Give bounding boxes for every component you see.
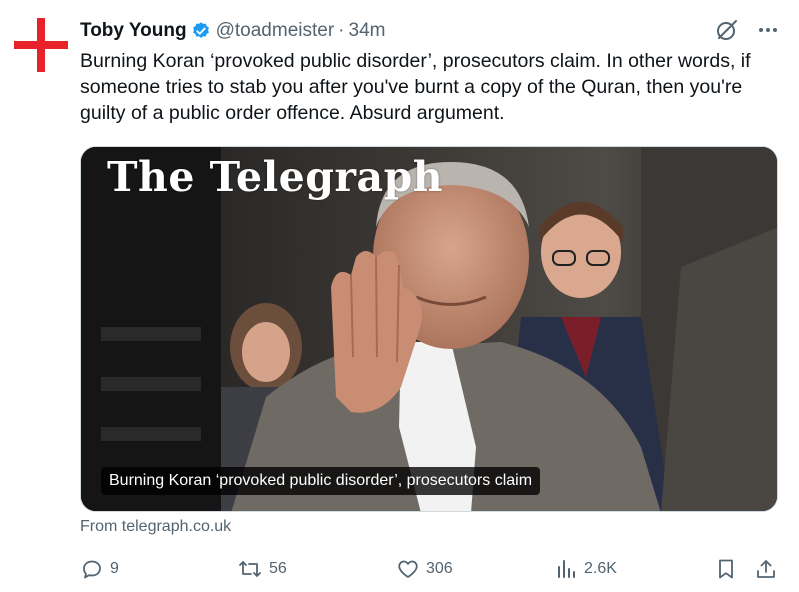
avatar[interactable] bbox=[12, 16, 70, 74]
like-count: 306 bbox=[426, 560, 453, 577]
views-count: 2.6K bbox=[584, 560, 617, 577]
share-button[interactable] bbox=[754, 556, 778, 582]
repost-button[interactable]: 56 bbox=[237, 556, 287, 582]
repost-count: 56 bbox=[269, 560, 287, 577]
avatar-cross-horizontal bbox=[14, 41, 68, 49]
grok-icon[interactable] bbox=[715, 18, 739, 42]
share-icon bbox=[754, 557, 778, 581]
tweet-action-bar: 9 56 306 2.6K bbox=[80, 556, 780, 582]
reply-icon bbox=[80, 557, 104, 581]
card-caption[interactable]: Burning Koran ‘provoked public disorder’… bbox=[101, 467, 541, 495]
separator-dot: · bbox=[338, 20, 345, 41]
views-button[interactable]: 2.6K bbox=[554, 556, 617, 582]
tweet-header: Toby Young @toadmeister · 34m bbox=[80, 18, 385, 44]
verified-badge-icon[interactable] bbox=[191, 21, 211, 41]
repost-icon bbox=[237, 557, 263, 581]
bookmark-icon bbox=[714, 557, 738, 581]
telegraph-masthead: The Telegraph bbox=[107, 153, 444, 201]
display-name[interactable]: Toby Young bbox=[80, 20, 187, 42]
like-icon bbox=[396, 557, 420, 581]
timestamp[interactable]: 34m bbox=[349, 20, 386, 42]
handle[interactable]: @toadmeister bbox=[216, 20, 335, 42]
tweet-text: Burning Koran ‘provoked public disorder’… bbox=[80, 50, 751, 124]
like-button[interactable]: 306 bbox=[396, 556, 453, 582]
link-card[interactable]: The Telegraph Burning Koran ‘provoked pu… bbox=[80, 146, 778, 512]
views-icon bbox=[554, 557, 578, 581]
more-icon[interactable] bbox=[757, 19, 779, 41]
card-photo bbox=[81, 147, 777, 511]
reply-button[interactable]: 9 bbox=[80, 556, 119, 582]
tweet-top-actions bbox=[715, 18, 779, 42]
reply-count: 9 bbox=[110, 560, 119, 577]
bookmark-button[interactable] bbox=[714, 556, 738, 582]
card-source-link[interactable]: From telegraph.co.uk bbox=[80, 518, 231, 536]
